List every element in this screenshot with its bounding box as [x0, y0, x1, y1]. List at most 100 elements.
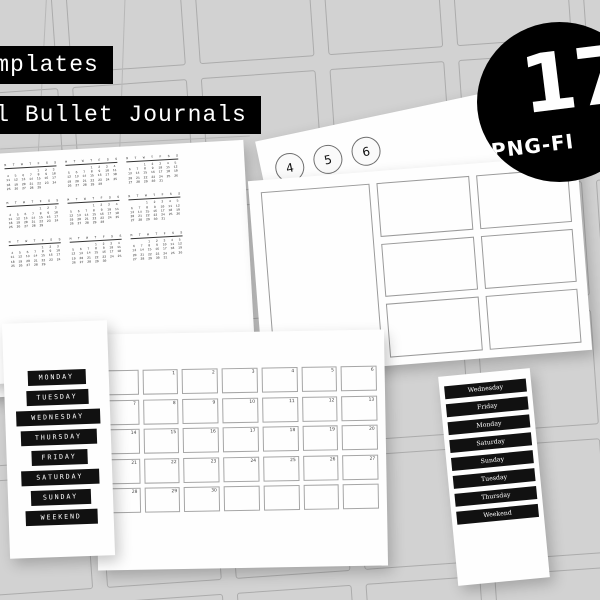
weekday-label-monday[interactable]: MONDAY — [27, 369, 86, 386]
mini-weekday-letter: S — [45, 160, 49, 165]
calendar-day-cell[interactable]: 12 — [301, 395, 338, 422]
mini-weekday-letter: S — [180, 230, 183, 235]
calendar-day-cell[interactable]: 26 — [302, 454, 339, 481]
weekday-label-saturday[interactable]: SATURDAY — [20, 468, 100, 486]
mini-date-cell: 27 — [132, 256, 137, 262]
calendar-day-cell[interactable]: 29 — [144, 487, 181, 513]
mini-month-block: MTWTFSS123456789101112131415161718192021… — [8, 236, 63, 268]
mini-weekday-letter: T — [94, 234, 97, 240]
calendar-day-cell[interactable]: 17 — [222, 426, 259, 453]
mini-date-cell — [56, 261, 62, 266]
calendar-day-cell[interactable]: 15 — [143, 428, 180, 454]
mini-weekday-letter: F — [161, 192, 164, 197]
mini-date-cell: 30 — [155, 255, 160, 260]
calendar-day-cell[interactable]: 19 — [302, 425, 339, 451]
calendar-day-cell[interactable]: 11 — [261, 396, 299, 423]
calendar-day-cell[interactable]: 18 — [262, 425, 299, 452]
calendar-day-cell[interactable]: 13 — [341, 395, 378, 421]
mini-date-cell: 28 — [29, 185, 34, 190]
template-box — [480, 228, 577, 290]
calendar-day-cell[interactable]: 4 — [261, 367, 298, 393]
mini-weekday-letter: M — [67, 198, 70, 203]
mini-weekday-letter: M — [126, 156, 129, 161]
calendar-day-cell[interactable]: 3 — [221, 367, 258, 394]
calendar-day-number: 13 — [368, 397, 375, 403]
weekstrip-label-wednesday[interactable]: Wednesday — [444, 378, 527, 400]
mini-weekday-letter: M — [65, 159, 68, 164]
mini-date-cell: 28 — [82, 182, 87, 187]
calendar-day-cell[interactable] — [303, 484, 340, 510]
mini-date-cell: 26 — [67, 183, 72, 188]
mini-month-block: MTWTFSS123456789101112131415161718192021… — [6, 198, 60, 230]
mini-weekday-letter: W — [81, 158, 84, 163]
calendar-day-cell[interactable]: 24 — [223, 456, 260, 482]
calendar-day-cell[interactable]: 23 — [183, 456, 220, 483]
calendar-day-number: 17 — [249, 428, 256, 434]
mini-date-cell: 27 — [75, 183, 80, 188]
weekday-label-thursday[interactable]: THURSDAY — [20, 428, 97, 447]
calendar-day-cell[interactable]: 20 — [341, 424, 379, 451]
calendar-day-cell[interactable]: 30 — [184, 486, 221, 512]
calendar-day-number: 5 — [331, 368, 334, 374]
mini-weekday-letter: F — [163, 231, 166, 236]
weekday-label-tuesday[interactable]: TUESDAY — [25, 388, 89, 406]
weekstrip-label-monday[interactable]: Monday — [447, 414, 531, 436]
weekstrip-label-weekend[interactable]: Weekend — [456, 503, 540, 525]
monthly-calendar-sheet: 1 2 3 4 5 6 7 8 9 10 11 12 13 14 15 16 17 18 19 20 21 22 23 24 2… — [93, 329, 389, 571]
mini-month-block: MTWTFSS123456789101112131415161718192021… — [126, 153, 180, 185]
weekstrip-label-saturday[interactable]: Saturday — [449, 432, 533, 454]
mini-date-cell: 29 — [94, 258, 99, 264]
calendar-day-cell[interactable] — [223, 485, 260, 512]
calendar-day-number: 14 — [130, 430, 137, 436]
calendar-day-cell[interactable] — [263, 484, 300, 511]
calendar-day-cell[interactable]: 25 — [262, 455, 300, 482]
calendar-day-cell[interactable] — [342, 483, 380, 510]
calendar-day-cell[interactable]: 8 — [142, 398, 179, 425]
calendar-day-cell[interactable]: 16 — [183, 427, 220, 454]
mini-weekday-letter: S — [117, 195, 120, 200]
mini-date-cell: 25 — [6, 186, 11, 192]
mini-date-cell — [112, 181, 118, 186]
calendar-day-cell[interactable]: 27 — [342, 454, 379, 480]
weekstrip-label-tuesday[interactable]: Tuesday — [452, 467, 536, 490]
mini-weekday-letter: T — [134, 155, 137, 160]
mini-date-cell: 31 — [159, 178, 164, 183]
calendar-day-cell[interactable]: 10 — [222, 397, 259, 423]
calendar-day-number: 3 — [251, 369, 255, 375]
weekstrip-label-friday[interactable]: Friday — [445, 396, 529, 418]
mini-weekday-letter: T — [150, 154, 154, 160]
mini-date-cell — [114, 219, 120, 224]
mini-weekday-letter: W — [83, 197, 87, 202]
weekday-label-weekend[interactable]: WEEKEND — [24, 508, 98, 526]
mini-weekday-letter: M — [6, 201, 9, 206]
weekday-label-wednesday[interactable]: WEDNESDAY — [15, 408, 100, 427]
mini-date-cell — [51, 184, 57, 189]
title-line-2: gital Bullet Journals — [0, 96, 261, 134]
calendar-day-number: 25 — [290, 457, 296, 463]
mini-weekday-letter: T — [14, 200, 17, 206]
calendar-day-cell[interactable]: 1 — [142, 369, 179, 395]
mini-month-block: MTWTFSS123456789101112131415161718192021… — [4, 160, 58, 191]
mini-date-cell — [170, 255, 176, 260]
mini-date-cell: 30 — [0, 264, 1, 269]
mini-weekday-letter: M — [4, 163, 7, 168]
calendar-day-number: 27 — [369, 456, 376, 462]
calendar-day-cell[interactable]: 2 — [181, 368, 219, 395]
mini-weekday-letter: F — [37, 161, 40, 166]
calendar-day-cell[interactable]: 9 — [182, 397, 219, 424]
weekday-label-friday[interactable]: FRIDAY — [30, 448, 88, 466]
weekstrip-label-thursday[interactable]: Thursday — [454, 485, 538, 507]
mini-date-cell: 26 — [16, 224, 21, 230]
weekday-label-sunday[interactable]: SUNDAY — [30, 488, 91, 506]
calendar-day-cell[interactable]: 5 — [301, 366, 338, 392]
calendar-day-number: 6 — [370, 367, 374, 373]
template-box — [485, 289, 582, 350]
mini-weekday-letter: S — [47, 199, 51, 204]
mini-weekday-letter: M — [69, 236, 72, 241]
weekstrip-label-sunday[interactable]: Sunday — [450, 450, 534, 472]
calendar-day-number: 30 — [211, 488, 217, 494]
template-box — [376, 175, 473, 237]
calendar-day-cell[interactable]: 22 — [143, 457, 180, 484]
calendar-day-cell[interactable]: 6 — [340, 365, 377, 392]
mini-weekday-letter: F — [159, 154, 162, 159]
